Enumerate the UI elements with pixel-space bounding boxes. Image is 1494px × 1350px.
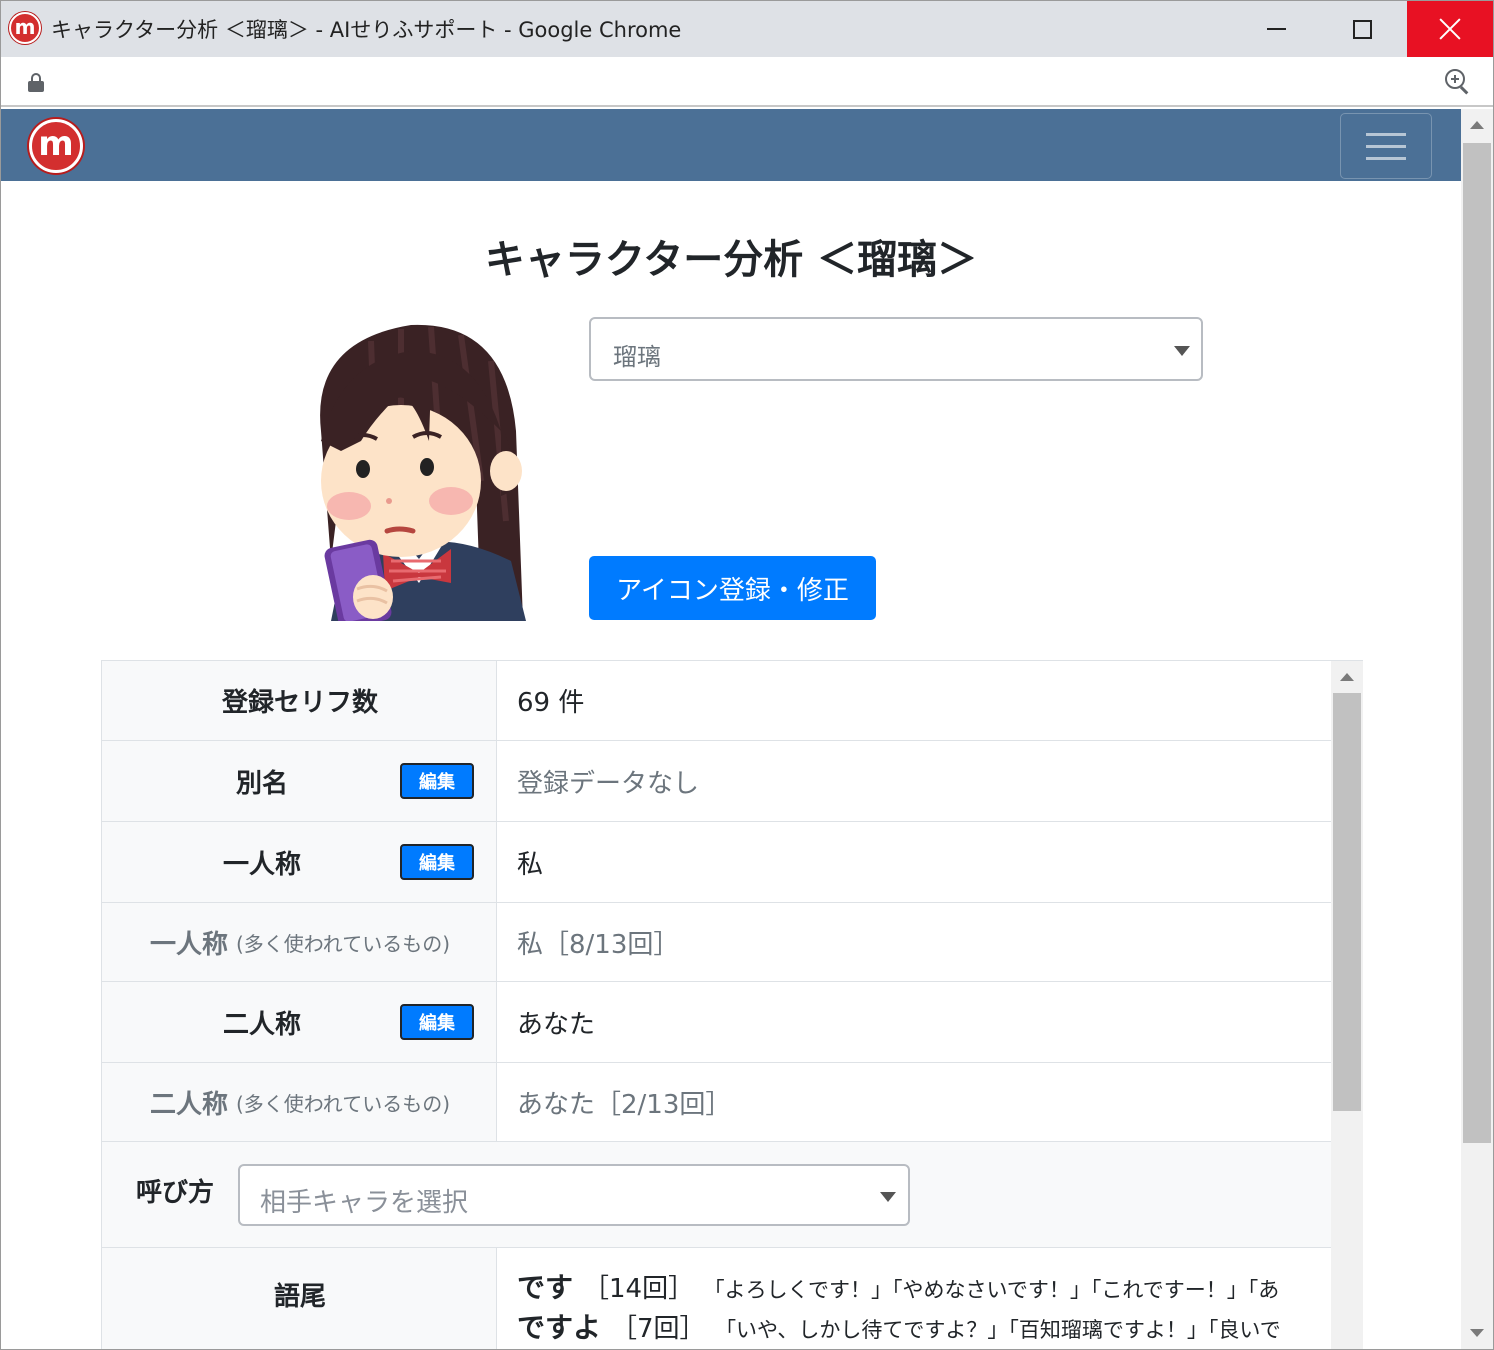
chevron-down-icon xyxy=(1174,346,1190,356)
zoom-icon[interactable] xyxy=(1445,69,1471,95)
table-row: 二人称 (多く使われているもの) あなた［2/13回］ xyxy=(101,1063,1331,1142)
window-title: キャラクター分析 ＜瑠璃＞ - AIせりふサポート - Google Chrom… xyxy=(51,18,682,42)
row-label: 登録セリフ数 xyxy=(221,688,378,718)
table-row: 二人称 編集 あなた xyxy=(101,982,1331,1063)
character-select[interactable]: 瑠璃 xyxy=(589,317,1203,381)
icon-register-button[interactable]: アイコン登録・修正 xyxy=(589,556,876,620)
endings-list: です ［14回］ 「よろしくです！」「やめなさいです！」「これですー！」「あ ですよ… xyxy=(497,1248,1331,1349)
app-icon xyxy=(9,12,41,44)
close-icon xyxy=(1438,17,1462,41)
analysis-table: 登録セリフ数 69 件 別名 編集 登録データなし 一人称 編集 私 一人称 (… xyxy=(101,660,1363,1349)
first-person-edit-button[interactable]: 編集 xyxy=(400,844,474,880)
minimize-icon xyxy=(1266,28,1286,30)
table-scrollbar[interactable] xyxy=(1331,661,1363,1349)
scroll-up-icon[interactable] xyxy=(1470,121,1484,129)
address-bar[interactable] xyxy=(1,57,1493,107)
title-bar: キャラクター分析 ＜瑠璃＞ - AIせりふサポート - Google Chrom… xyxy=(1,1,1493,57)
partner-character-select[interactable]: 相手キャラを選択 xyxy=(238,1164,910,1226)
partner-select-placeholder: 相手キャラを選択 xyxy=(260,1188,469,1218)
page-scrollbar[interactable] xyxy=(1461,109,1493,1349)
ending-examples: 「いや、しかし待てですよ？」「百知瑠璃ですよ！」「良いで xyxy=(725,1318,1281,1342)
hamburger-icon xyxy=(1366,132,1406,136)
table-row: 語尾 です ［14回］ 「よろしくです！」「やめなさいです！」「これですー！」「あ … xyxy=(101,1248,1331,1349)
row-label: 呼び方 xyxy=(136,1178,215,1208)
row-label: 別名 xyxy=(235,768,288,799)
page-viewport: キャラクター分析 ＜瑠璃＞ xyxy=(1,109,1461,1349)
row-label: 二人称 (多く使われているもの) xyxy=(102,1063,498,1141)
ending-examples: 「よろしくです！」「やめなさいです！」「これですー！」「あ xyxy=(714,1278,1280,1302)
row-label-text: 一人称 xyxy=(149,929,228,960)
page-scroll-thumb[interactable] xyxy=(1463,143,1491,1143)
character-avatar-image xyxy=(301,321,537,621)
row-value: あなた xyxy=(517,1009,596,1040)
browser-window: キャラクター分析 ＜瑠璃＞ - AIせりふサポート - Google Chrom… xyxy=(0,0,1494,1350)
table-row: 一人称 編集 私 xyxy=(101,822,1331,903)
row-value: あなた［2/13回］ xyxy=(517,1089,732,1120)
table-row: 一人称 (多く使われているもの) 私［8/13回］ xyxy=(101,903,1331,982)
minimize-button[interactable] xyxy=(1233,1,1319,57)
close-button[interactable] xyxy=(1407,1,1493,57)
row-value: 登録データなし xyxy=(517,768,700,799)
call-name-row: 呼び方 相手キャラを選択 xyxy=(101,1142,1331,1248)
table-scroll-thumb[interactable] xyxy=(1333,693,1361,1111)
row-value: 私 xyxy=(517,849,544,880)
scroll-up-icon[interactable] xyxy=(1340,673,1354,681)
chevron-down-icon xyxy=(880,1192,896,1202)
row-label-note: (多く使われているもの) xyxy=(236,931,451,956)
ending-word: ですよ xyxy=(517,1311,602,1344)
table-row: 登録セリフ数 69 件 xyxy=(101,661,1331,741)
ending-word: です xyxy=(517,1271,574,1304)
row-value: 69 件 xyxy=(517,688,585,718)
row-label: 一人称 (多く使われているもの) xyxy=(102,903,498,981)
second-person-edit-button[interactable]: 編集 xyxy=(400,1004,474,1040)
page-title: キャラクター分析 ＜瑠璃＞ xyxy=(484,237,978,283)
scroll-down-icon[interactable] xyxy=(1470,1329,1484,1337)
row-label: 二人称 xyxy=(222,1009,301,1040)
row-label-note: (多く使われているもの) xyxy=(236,1091,451,1116)
maximize-button[interactable] xyxy=(1319,1,1405,57)
ending-item: です ［14回］ 「よろしくです！」「やめなさいです！」「これですー！」「あ xyxy=(517,1270,1331,1310)
row-label: 一人称 xyxy=(222,849,301,880)
row-label-text: 二人称 xyxy=(149,1089,228,1120)
ending-count: ［14回］ xyxy=(583,1274,695,1304)
maximize-icon xyxy=(1352,19,1372,39)
row-label: 語尾 xyxy=(273,1282,326,1312)
table-row: 別名 編集 登録データなし xyxy=(101,741,1331,822)
character-select-value: 瑠璃 xyxy=(613,343,661,371)
alias-edit-button[interactable]: 編集 xyxy=(400,763,474,799)
row-value: 私［8/13回］ xyxy=(517,929,680,960)
hamburger-menu-button[interactable] xyxy=(1340,113,1432,179)
navbar xyxy=(1,109,1461,181)
ending-item: ですよ ［7回］ 「いや、しかし待てですよ？」「百知瑠璃ですよ！」「良いで xyxy=(517,1310,1331,1349)
lock-icon[interactable] xyxy=(28,73,44,92)
brand-logo[interactable] xyxy=(29,119,83,173)
ending-count: ［7回］ xyxy=(611,1314,706,1344)
